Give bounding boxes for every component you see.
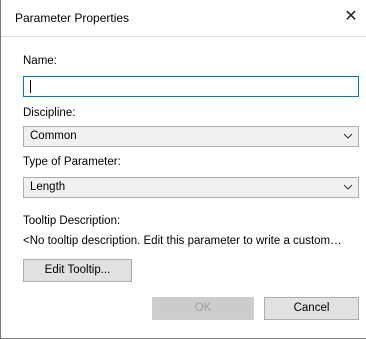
tooltip-description-label: Tooltip Description: bbox=[23, 215, 121, 227]
cancel-button[interactable]: Cancel bbox=[264, 297, 359, 320]
ok-button[interactable]: OK bbox=[152, 297, 254, 320]
edit-tooltip-button[interactable]: Edit Tooltip... bbox=[23, 259, 132, 282]
name-input[interactable] bbox=[23, 76, 359, 97]
text-caret bbox=[30, 80, 31, 93]
close-icon: ✕ bbox=[344, 8, 358, 25]
parameter-properties-dialog: Parameter Properties ✕ Name: Discipline:… bbox=[0, 0, 366, 339]
name-label: Name: bbox=[23, 55, 57, 67]
close-button[interactable]: ✕ bbox=[335, 0, 366, 36]
discipline-label: Discipline: bbox=[23, 107, 76, 119]
type-of-parameter-label: Type of Parameter: bbox=[23, 156, 121, 168]
discipline-select[interactable]: Common bbox=[23, 126, 359, 147]
chevron-down-icon bbox=[343, 184, 353, 190]
title-bar: Parameter Properties ✕ bbox=[1, 0, 366, 37]
dialog-title: Parameter Properties bbox=[15, 11, 130, 25]
tooltip-description-text: <No tooltip description. Edit this param… bbox=[23, 235, 342, 247]
chevron-down-icon bbox=[343, 133, 353, 139]
discipline-selected-value: Common bbox=[30, 130, 77, 142]
type-of-parameter-selected-value: Length bbox=[30, 181, 66, 193]
type-of-parameter-select[interactable]: Length bbox=[23, 177, 359, 198]
